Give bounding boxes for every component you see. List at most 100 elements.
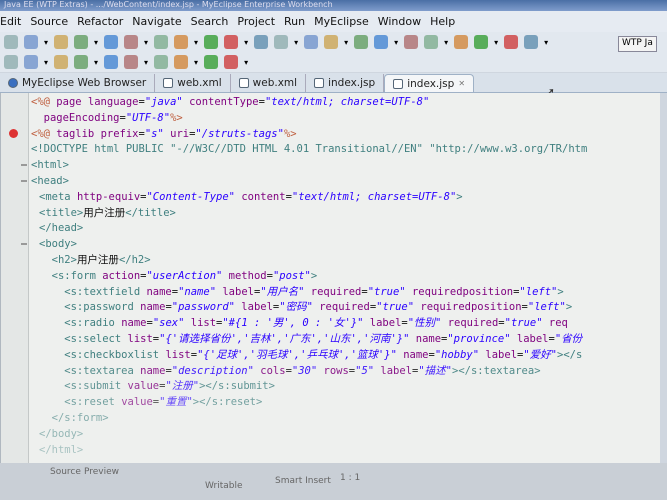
dropdown-arrow-icon[interactable]: ▾ <box>244 38 248 47</box>
tab-web-xml[interactable]: web.xml <box>231 74 307 92</box>
toolbar-button-icon[interactable] <box>124 55 139 69</box>
fold-icon[interactable] <box>21 164 27 166</box>
code-token-tag: ></s <box>557 348 583 361</box>
toolbar-button-icon[interactable] <box>24 35 38 49</box>
perspective-button[interactable]: WTP Ja <box>618 36 657 52</box>
close-icon[interactable]: ✕ <box>458 79 465 88</box>
error-marker-icon[interactable] <box>9 129 18 138</box>
code-line: <html> <box>31 158 656 174</box>
code-token-val: "性别" <box>407 317 442 330</box>
menu-myeclipse[interactable]: MyEclipse <box>314 15 369 28</box>
code-content[interactable]: <%@ page language="java" contentType="te… <box>31 95 656 458</box>
toolbar-button-icon[interactable] <box>4 55 18 69</box>
toolbar-button-icon[interactable] <box>4 35 18 49</box>
toolbar-button-icon[interactable] <box>104 55 119 69</box>
code-token-tag: </html> <box>39 443 84 456</box>
main-toolbar: ▾ ▾ ▾ ▾ ▾ ▾ ▾ ▾ ▾ ▾ ▾ <box>0 32 667 52</box>
dropdown-arrow-icon[interactable]: ▾ <box>144 38 148 47</box>
code-token-tag: </body> <box>39 427 84 440</box>
dropdown-arrow-icon[interactable]: ▾ <box>44 38 48 47</box>
toolbar-button-icon[interactable] <box>24 55 38 69</box>
code-token-tag: <!DOCTYPE html PUBLIC "-//W3C//DTD HTML … <box>31 143 588 156</box>
menu-edit[interactable]: Edit <box>0 15 21 28</box>
toolbar-button-icon[interactable] <box>154 35 169 49</box>
code-token-tag: <html> <box>31 159 69 172</box>
fold-icon[interactable] <box>21 243 27 245</box>
toolbar-button-icon[interactable] <box>424 35 439 49</box>
tab-myeclipse-web-browser[interactable]: MyEclipse Web Browser <box>0 74 156 92</box>
file-icon <box>163 78 174 88</box>
code-token-tag: </head> <box>39 222 84 235</box>
toolbar-button-icon[interactable] <box>204 55 219 69</box>
tab-index-jsp[interactable]: index.jsp <box>306 74 385 92</box>
code-token-val: "{'请选择省份','吉林','广东','山东','河南'}" <box>159 332 410 345</box>
dropdown-arrow-icon[interactable]: ▾ <box>344 38 348 47</box>
dropdown-arrow-icon[interactable]: ▾ <box>494 38 498 47</box>
toolbar-button-icon[interactable] <box>174 55 189 69</box>
code-line: <h2>用户注册</h2> <box>31 253 656 269</box>
dropdown-arrow-icon[interactable]: ▾ <box>194 38 198 47</box>
tab-web-xml[interactable]: web.xml <box>155 74 231 92</box>
toolbar-button-icon[interactable] <box>204 35 219 49</box>
code-token-attr: required <box>312 301 370 314</box>
code-token-val: "sex" <box>152 317 185 330</box>
code-token-attr: taglib <box>56 127 101 140</box>
menu-search[interactable]: Search <box>191 15 229 28</box>
toolbar-button-icon[interactable] <box>124 35 139 49</box>
toolbar-button-icon[interactable] <box>254 35 269 49</box>
dropdown-arrow-icon[interactable]: ▾ <box>94 38 98 47</box>
toolbar-button-icon[interactable] <box>404 35 419 49</box>
menu-navigate[interactable]: Navigate <box>132 15 181 28</box>
toolbar-button-icon[interactable] <box>74 35 89 49</box>
code-token-tag: <s:textarea <box>64 364 141 377</box>
toolbar-button-icon[interactable] <box>174 35 189 49</box>
code-token-val: "post" <box>272 269 311 282</box>
menu-project[interactable]: Project <box>237 15 275 28</box>
dropdown-arrow-icon[interactable]: ▾ <box>294 38 298 47</box>
code-token-val: "left" <box>519 285 558 298</box>
toolbar-button-icon[interactable] <box>224 35 239 49</box>
toolbar-button-icon[interactable] <box>274 35 289 49</box>
fold-icon[interactable] <box>21 180 27 182</box>
source-tab[interactable]: Source <box>50 467 81 477</box>
toolbar-button-icon[interactable] <box>304 35 319 49</box>
menu-window[interactable]: Window <box>378 15 421 28</box>
code-token-txt: 用户注册 <box>83 206 126 219</box>
code-token-attr: value <box>121 396 153 409</box>
code-token-val: "left" <box>527 301 566 314</box>
dropdown-arrow-icon[interactable]: ▾ <box>94 58 98 67</box>
toolbar-button-icon[interactable] <box>524 35 539 49</box>
toolbar-button-icon[interactable] <box>224 55 239 69</box>
dropdown-arrow-icon[interactable]: ▾ <box>394 38 398 47</box>
toolbar-button-icon[interactable] <box>54 55 69 69</box>
dropdown-arrow-icon[interactable]: ▾ <box>244 58 248 67</box>
preview-tab[interactable]: Preview <box>84 467 119 477</box>
code-token-attr: name <box>146 285 172 298</box>
toolbar-button-icon[interactable] <box>154 55 169 69</box>
toolbar-button-icon[interactable] <box>374 35 389 49</box>
menu-source[interactable]: Source <box>30 15 68 28</box>
tab-index-jsp[interactable]: index.jsp ✕ <box>384 74 475 92</box>
dropdown-arrow-icon[interactable]: ▾ <box>544 38 548 47</box>
toolbar-button-icon[interactable] <box>474 35 489 49</box>
dropdown-arrow-icon[interactable]: ▾ <box>144 58 148 67</box>
toolbar-button-icon[interactable] <box>74 55 89 69</box>
dropdown-arrow-icon[interactable]: ▾ <box>194 58 198 67</box>
code-token-val: "userAction" <box>146 269 223 282</box>
toolbar-button-icon[interactable] <box>54 35 69 49</box>
menu-refactor[interactable]: Refactor <box>77 15 123 28</box>
code-editor[interactable]: <%@ page language="java" contentType="te… <box>0 93 660 463</box>
file-icon <box>238 78 249 88</box>
toolbar-button-icon[interactable] <box>454 35 469 49</box>
menu-run[interactable]: Run <box>284 15 305 28</box>
dropdown-arrow-icon[interactable]: ▾ <box>44 58 48 67</box>
dropdown-arrow-icon[interactable]: ▾ <box>444 38 448 47</box>
toolbar-button-icon[interactable] <box>324 35 339 49</box>
code-token-val: "省份 <box>554 332 583 345</box>
toolbar-button-icon[interactable] <box>104 35 119 49</box>
toolbar-button-icon[interactable] <box>504 35 519 49</box>
code-token-val: "爱好" <box>523 348 558 361</box>
toolbar-button-icon[interactable] <box>354 35 369 49</box>
menu-help[interactable]: Help <box>430 15 455 28</box>
code-token-val: "password" <box>171 301 235 314</box>
